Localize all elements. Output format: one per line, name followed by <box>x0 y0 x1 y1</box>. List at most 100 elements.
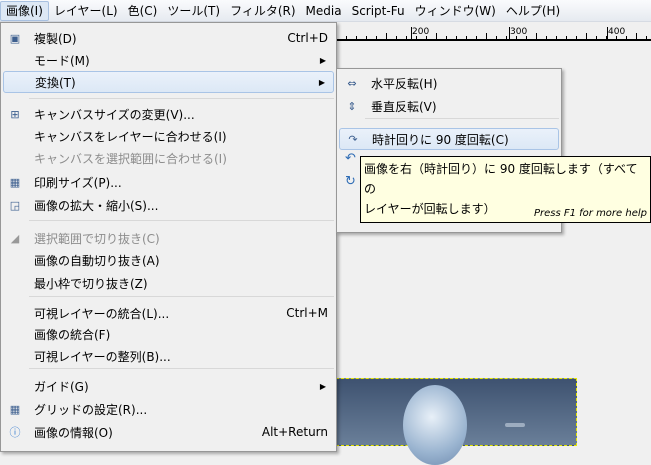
menu-item[interactable]: ◲ 画像の拡大・縮小(S)... <box>3 194 334 216</box>
duplicate-icon: ▣ <box>9 31 21 45</box>
ruler-tick <box>496 36 497 39</box>
image-canvas[interactable] <box>336 378 577 465</box>
menu-item-label: 画像の自動切り抜き(A) <box>34 253 160 268</box>
menu-item-shortcut: Ctrl+M <box>286 306 328 320</box>
rotate-180-icon: ↻ <box>345 174 356 189</box>
ruler-tick <box>576 36 577 39</box>
menu-item-label: 画像の拡大・縮小(S)... <box>34 198 159 213</box>
ruler-tick <box>396 36 397 39</box>
menu-item[interactable]: 可視レイヤーの整列(B)... <box>3 345 334 367</box>
menu-item-label: 水平反転(H) <box>371 76 438 91</box>
ruler-tick <box>596 36 597 39</box>
ruler-tick <box>466 36 467 39</box>
tooltip-help: Press F1 for more help <box>533 208 647 219</box>
menu-item[interactable]: ◢ 選択範囲で切り抜き(C) <box>3 227 334 249</box>
menu-separator <box>29 98 334 99</box>
ruler-tick <box>636 33 637 39</box>
rotate-ccw-icon: ↶ <box>345 151 356 166</box>
menu-item[interactable]: 変換(T) ▶ <box>3 71 334 93</box>
menu-layer[interactable]: レイヤー(L) <box>49 1 123 21</box>
info-icon: ⓘ <box>9 426 21 439</box>
ruler-tick <box>376 36 377 39</box>
menu-item-label: 最小枠で切り抜き(Z) <box>34 276 148 291</box>
menu-separator <box>29 220 334 221</box>
menu-item[interactable]: ▣ 複製(D) Ctrl+D <box>3 27 334 49</box>
ruler-tick <box>456 36 457 39</box>
ruler-tick <box>506 36 507 39</box>
menu-item-label: 可視レイヤーの統合(L)... <box>34 306 170 321</box>
menu-filters[interactable]: フィルタ(R) <box>225 1 300 21</box>
menu-item-label: 垂直反転(V) <box>371 99 437 114</box>
menu-script-fu[interactable]: Script-Fu <box>347 1 410 21</box>
ruler-tick <box>616 36 617 39</box>
menu-item[interactable]: 画像の自動切り抜き(A) <box>3 249 334 271</box>
menu-item[interactable]: 画像の統合(F) <box>3 323 334 345</box>
ruler-tick <box>346 36 347 39</box>
menu-image[interactable]: 画像(I) <box>0 0 49 21</box>
canvas-size-icon: ⊞ <box>10 107 20 121</box>
menu-item-label: ガイド(G) <box>34 379 89 394</box>
menu-item-label: 時計回りに 90 度回転(C) <box>372 132 509 147</box>
ruler-tick <box>516 36 517 39</box>
cloud-image <box>505 423 525 427</box>
menu-item[interactable]: キャンバスを選択範囲に合わせる(I) <box>3 147 334 169</box>
ruler-tick <box>556 36 557 39</box>
menu-item-label: モード(M) <box>34 53 90 68</box>
ruler-tick <box>486 33 487 39</box>
menu-item-label: 変換(T) <box>35 75 76 90</box>
ruler-tick <box>436 33 437 39</box>
ruler-tick <box>526 36 527 39</box>
menu-help[interactable]: ヘルプ(H) <box>501 1 565 21</box>
print-size-icon: ▦ <box>9 175 21 189</box>
menu-item[interactable]: ▦ 印刷サイズ(P)... <box>3 171 334 193</box>
scale-icon: ◲ <box>9 198 21 212</box>
ruler-tick <box>476 36 477 39</box>
ruler-tick <box>416 36 417 39</box>
moon-image <box>403 385 467 465</box>
menu-color[interactable]: 色(C) <box>123 1 163 21</box>
submenu-arrow-icon: ▶ <box>319 381 326 391</box>
ruler-tick <box>546 36 547 39</box>
menu-item-label: 選択範囲で切り抜き(C) <box>34 231 160 246</box>
menu-item-label: キャンバスサイズの変更(V)... <box>34 107 195 122</box>
menu-item-shortcut: Ctrl+D <box>287 31 328 45</box>
grid-icon: ▦ <box>9 402 21 416</box>
ruler-label: 300 <box>510 27 528 37</box>
submenu-arrow-icon: ▶ <box>319 55 326 65</box>
menu-item[interactable]: キャンバスをレイヤーに合わせる(I) <box>3 125 334 147</box>
menu-item[interactable]: モード(M) ▶ <box>3 49 334 71</box>
ruler-tick <box>566 36 567 39</box>
menu-item[interactable]: ▦ グリッドの設定(R)... <box>3 398 334 420</box>
menu-item[interactable]: ガイド(G) ▶ <box>3 375 334 397</box>
menu-item-label: 印刷サイズ(P)... <box>34 175 122 190</box>
menu-item[interactable]: ⇕ 垂直反転(V) <box>339 95 559 117</box>
menu-item[interactable]: ⇔ 水平反転(H) <box>339 72 559 94</box>
ruler-tick <box>536 33 537 39</box>
menu-item-label: 画像の統合(F) <box>34 327 111 342</box>
ruler-tick <box>446 36 447 39</box>
menu-separator <box>29 368 334 369</box>
horizontal-ruler[interactable]: 200 300 400 <box>336 27 651 41</box>
submenu-arrow-icon: ▶ <box>318 77 325 87</box>
ruler-tick <box>626 36 627 39</box>
ruler-tick <box>406 36 407 39</box>
menu-item-label: 複製(D) <box>34 31 77 46</box>
menu-item[interactable]: 可視レイヤーの統合(L)... Ctrl+M <box>3 302 334 324</box>
menu-tools[interactable]: ツール(T) <box>162 1 225 21</box>
menu-item-shortcut: Alt+Return <box>261 425 328 439</box>
menu-item-label: グリッドの設定(R)... <box>34 402 148 417</box>
menu-item[interactable]: ⊞ キャンバスサイズの変更(V)... <box>3 103 334 125</box>
crop-icon: ◢ <box>10 231 20 245</box>
tooltip-line: 画像を右（時計回り）に 90 度回転します（すべての <box>364 162 638 196</box>
menu-media[interactable]: Media <box>301 1 347 21</box>
menu-item[interactable]: ⓘ 画像の情報(O) Alt+Return <box>3 421 334 443</box>
flip-vertical-icon: ⇕ <box>347 99 357 113</box>
menu-separator <box>365 118 559 119</box>
tooltip: 画像を右（時計回り）に 90 度回転します（すべての レイヤーが回転します） P… <box>360 156 651 223</box>
ruler-major-tick <box>607 27 608 39</box>
flip-horizontal-icon: ⇔ <box>347 76 357 90</box>
menu-windows[interactable]: ウィンドウ(W) <box>410 1 501 21</box>
ruler-tick <box>586 33 587 39</box>
menu-item[interactable]: ↷ 時計回りに 90 度回転(C) <box>339 128 559 150</box>
menu-item[interactable]: 最小枠で切り抜き(Z) <box>3 272 334 294</box>
